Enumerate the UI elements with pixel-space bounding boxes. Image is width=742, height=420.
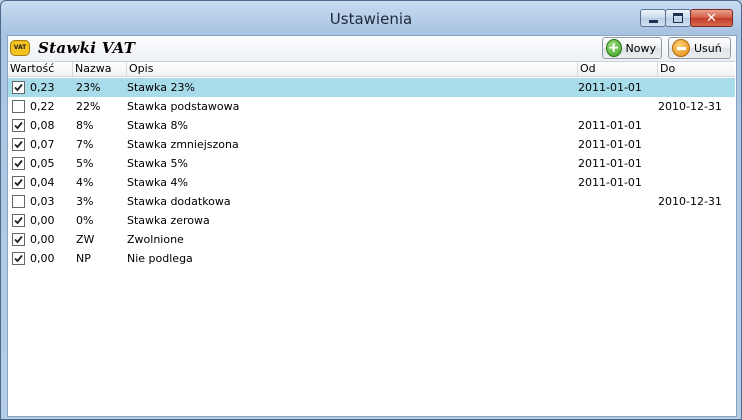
cell-from-date: 2011-01-01 bbox=[578, 119, 642, 132]
cell-from-date: 2011-01-01 bbox=[578, 138, 642, 151]
cell-name: NP bbox=[76, 252, 91, 265]
checkmark-icon bbox=[14, 178, 23, 187]
table-row[interactable]: 0,08 8% Stawka 8% 2011-01-01 bbox=[8, 116, 735, 135]
cell-description: Zwolnione bbox=[127, 233, 184, 246]
cell-value: 0,05 bbox=[30, 157, 55, 170]
cell-description: Stawka 23% bbox=[127, 81, 195, 94]
title-bar[interactable]: Ustawienia ✕ bbox=[1, 1, 741, 35]
close-button[interactable]: ✕ bbox=[690, 9, 733, 27]
vat-icon: VAT bbox=[10, 40, 30, 56]
cell-value: 0,22 bbox=[30, 100, 55, 113]
cell-description: Stawka zerowa bbox=[127, 214, 210, 227]
new-button[interactable]: + Nowy bbox=[602, 37, 662, 59]
cell-value: 0,23 bbox=[30, 81, 55, 94]
cell-name: 23% bbox=[76, 81, 101, 94]
minimize-button[interactable] bbox=[640, 9, 666, 27]
cell-description: Nie podlega bbox=[127, 252, 193, 265]
cell-description: Stawka zmniejszona bbox=[127, 138, 239, 151]
cell-name: 7% bbox=[76, 138, 94, 151]
delete-button-label: Usuń bbox=[694, 41, 722, 55]
row-active-checkbox[interactable] bbox=[12, 100, 25, 113]
checkmark-icon bbox=[14, 254, 23, 263]
cell-value: 0,07 bbox=[30, 138, 55, 151]
table-row[interactable]: 0,07 7% Stawka zmniejszona 2011-01-01 bbox=[8, 135, 735, 154]
column-header-value[interactable]: Wartość bbox=[8, 62, 73, 76]
row-active-checkbox[interactable] bbox=[12, 119, 25, 132]
cell-name: 3% bbox=[76, 195, 94, 208]
cell-description: Stawka 8% bbox=[127, 119, 188, 132]
cell-name: 22% bbox=[76, 100, 101, 113]
cell-value: 0,08 bbox=[30, 119, 55, 132]
maximize-button[interactable] bbox=[665, 9, 691, 27]
toolbar: VAT Stawki VAT + Nowy Usuń bbox=[8, 36, 736, 61]
cell-to-date: 2010-12-31 bbox=[658, 195, 722, 208]
checkmark-icon bbox=[14, 140, 23, 149]
cell-value: 0,00 bbox=[30, 233, 55, 246]
cell-from-date: 2011-01-01 bbox=[578, 157, 642, 170]
row-active-checkbox[interactable] bbox=[12, 157, 25, 170]
checkmark-icon bbox=[14, 235, 23, 244]
row-active-checkbox[interactable] bbox=[12, 195, 25, 208]
cell-to-date: 2010-12-31 bbox=[658, 100, 722, 113]
row-active-checkbox[interactable] bbox=[12, 81, 25, 94]
checkmark-icon bbox=[14, 159, 23, 168]
table-row[interactable]: 0,00 0% Stawka zerowa bbox=[8, 211, 735, 230]
row-active-checkbox[interactable] bbox=[12, 138, 25, 151]
checkmark-icon bbox=[14, 121, 23, 130]
cell-value: 0,00 bbox=[30, 214, 55, 227]
window-controls: ✕ bbox=[640, 9, 733, 27]
client-area: VAT Stawki VAT + Nowy Usuń Wartość Nazwa… bbox=[7, 35, 737, 417]
table-row[interactable]: 0,05 5% Stawka 5% 2011-01-01 bbox=[8, 154, 735, 173]
cell-name: 5% bbox=[76, 157, 94, 170]
delete-button[interactable]: Usuń bbox=[668, 37, 731, 59]
column-header-description[interactable]: Opis bbox=[127, 62, 578, 76]
vat-rates-grid: Wartość Nazwa Opis Od Do 0,23 23% Stawka 2… bbox=[8, 61, 735, 416]
grid-rows: 0,23 23% Stawka 23% 2011-01-01 0,22 22% Stawka… bbox=[8, 78, 735, 268]
new-button-label: Nowy bbox=[625, 41, 656, 55]
row-active-checkbox[interactable] bbox=[12, 233, 25, 246]
cell-from-date: 2011-01-01 bbox=[578, 176, 642, 189]
column-header-name[interactable]: Nazwa bbox=[73, 62, 127, 76]
minimize-icon bbox=[648, 19, 658, 23]
window-title: Ustawienia bbox=[329, 10, 413, 28]
plus-icon: + bbox=[606, 39, 622, 57]
column-header-to[interactable]: Do bbox=[658, 62, 735, 76]
cell-value: 0,03 bbox=[30, 195, 55, 208]
checkmark-icon bbox=[14, 83, 23, 92]
row-active-checkbox[interactable] bbox=[12, 252, 25, 265]
cell-description: Stawka dodatkowa bbox=[127, 195, 231, 208]
cell-name: 0% bbox=[76, 214, 94, 227]
cell-name: ZW bbox=[76, 233, 95, 246]
table-row[interactable]: 0,00 NP Nie podlega bbox=[8, 249, 735, 268]
row-active-checkbox[interactable] bbox=[12, 214, 25, 227]
toolbar-title: Stawki VAT bbox=[38, 39, 136, 57]
table-row[interactable]: 0,23 23% Stawka 23% 2011-01-01 bbox=[8, 78, 735, 97]
cell-description: Stawka podstawowa bbox=[127, 100, 240, 113]
minus-icon bbox=[672, 39, 690, 57]
grid-header: Wartość Nazwa Opis Od Do bbox=[8, 62, 735, 77]
table-row[interactable]: 0,00 ZW Zwolnione bbox=[8, 230, 735, 249]
cell-value: 0,04 bbox=[30, 176, 55, 189]
table-row[interactable]: 0,03 3% Stawka dodatkowa 2010-12-31 bbox=[8, 192, 735, 211]
row-active-checkbox[interactable] bbox=[12, 176, 25, 189]
settings-window: Ustawienia ✕ VAT Stawki VAT + Nowy Usuń bbox=[0, 0, 742, 420]
table-row[interactable]: 0,04 4% Stawka 4% 2011-01-01 bbox=[8, 173, 735, 192]
close-icon: ✕ bbox=[706, 10, 717, 26]
maximize-icon bbox=[673, 13, 683, 23]
cell-value: 0,00 bbox=[30, 252, 55, 265]
cell-description: Stawka 4% bbox=[127, 176, 188, 189]
cell-description: Stawka 5% bbox=[127, 157, 188, 170]
table-row[interactable]: 0,22 22% Stawka podstawowa 2010-12-31 bbox=[8, 97, 735, 116]
cell-name: 4% bbox=[76, 176, 94, 189]
cell-from-date: 2011-01-01 bbox=[578, 81, 642, 94]
column-header-from[interactable]: Od bbox=[578, 62, 658, 76]
checkmark-icon bbox=[14, 216, 23, 225]
cell-name: 8% bbox=[76, 119, 94, 132]
